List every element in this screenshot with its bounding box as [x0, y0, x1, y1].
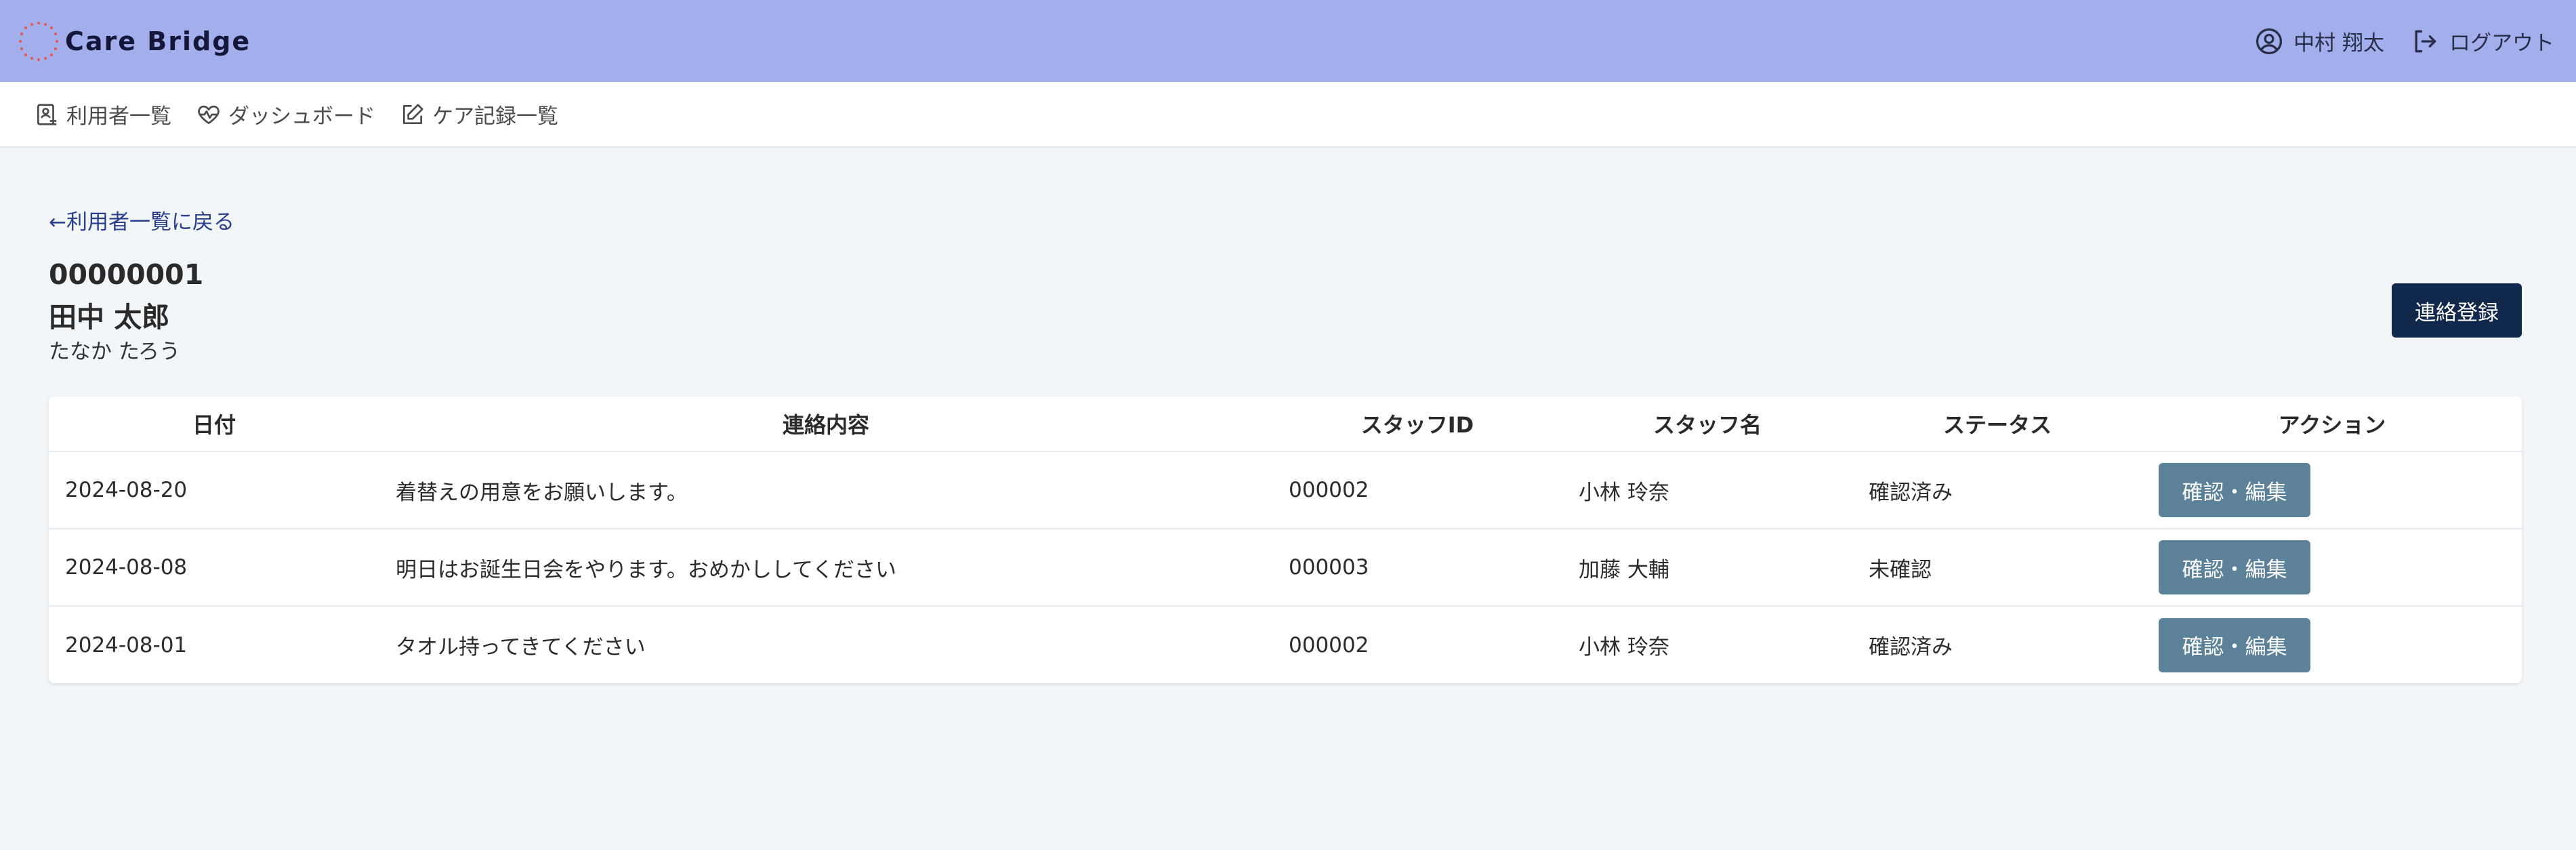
column-header-action: アクション: [2142, 397, 2522, 452]
cell-content: タオル持ってきてください: [396, 635, 646, 660]
cell-content: 明日はお誕生日会をやります。おめかししてください: [379, 529, 1272, 607]
table-row: 2024-08-20 着替えの用意をお願いします。 000002 小林 玲奈 確…: [49, 451, 2522, 529]
cell-action: 確認・編集: [2142, 606, 2522, 683]
cell-status: 確認済み: [1852, 451, 2142, 529]
cell-staff-name: 小林 玲奈: [1562, 451, 1852, 529]
edit-icon: [402, 103, 423, 124]
cell-content: 着替えの用意をお願いします。: [379, 451, 1272, 529]
table-row: 2024-08-08 明日はお誕生日会をやります。おめかししてください 0000…: [49, 529, 2522, 607]
app-name: Care Bridge: [65, 26, 251, 56]
cell-action: 確認・編集: [2142, 529, 2522, 607]
confirm-edit-button[interactable]: 確認・編集: [2159, 540, 2310, 594]
nav-item-care-records[interactable]: ケア記録一覧: [400, 99, 558, 129]
cell-date: 2024-08-01: [65, 632, 188, 657]
cell-action: 確認・編集: [2142, 451, 2522, 529]
logo-icon: [19, 21, 58, 61]
logout-icon: [2415, 30, 2436, 52]
logout-button[interactable]: ログアウト: [2410, 26, 2554, 56]
nav-item-dashboard[interactable]: ダッシュボード: [196, 99, 375, 129]
column-header-content: 連絡内容: [379, 397, 1272, 452]
brand[interactable]: Care Bridge: [18, 20, 251, 62]
user-kana-name: たなか たろう: [49, 340, 180, 364]
heart-pulse-icon: [198, 105, 220, 124]
user-list-icon: [37, 103, 57, 125]
column-header-staff-id: スタッフID: [1272, 397, 1562, 452]
nav-label: ケア記録一覧: [432, 104, 558, 129]
cell-staff-id: 000002: [1289, 632, 1369, 657]
back-to-user-list-link[interactable]: ←利用者一覧に戻る: [49, 205, 234, 235]
nav-item-user-list[interactable]: 利用者一覧: [34, 99, 171, 129]
cell-staff-id: 000003: [1272, 529, 1562, 607]
table-header-row: 日付 連絡内容 スタッフID スタッフ名 ステータス アクション: [49, 397, 2522, 452]
current-user[interactable]: 中村 翔太: [2254, 26, 2384, 56]
column-header-date: 日付: [49, 397, 379, 452]
column-header-staff-name: スタッフ名: [1562, 397, 1852, 452]
user-full-name: 田中 太郎: [49, 301, 170, 333]
confirm-edit-button[interactable]: 確認・編集: [2159, 463, 2310, 517]
cell-status: 未確認: [1852, 529, 2142, 607]
main-nav: 利用者一覧 ダッシュボード ケア記録一覧: [0, 82, 2576, 148]
cell-staff-name: 加藤 大輔: [1562, 529, 1852, 607]
cell-status: 確認済み: [1869, 635, 1953, 660]
nav-label: 利用者一覧: [66, 104, 171, 129]
contact-table: 日付 連絡内容 スタッフID スタッフ名 ステータス アクション 2024-08…: [49, 397, 2522, 683]
cell-staff-id: 000002: [1272, 451, 1562, 529]
column-header-status: ステータス: [1852, 397, 2142, 452]
user-name: 中村 翔太: [2293, 31, 2384, 56]
register-contact-button[interactable]: 連絡登録: [2392, 283, 2522, 338]
cell-date: 2024-08-20: [49, 451, 379, 529]
app-header: Care Bridge 中村 翔太 ログアウト: [0, 0, 2576, 82]
logout-label: ログアウト: [2449, 31, 2554, 56]
cell-date: 2024-08-08: [49, 529, 379, 607]
user-circle-icon: [2256, 28, 2283, 54]
cell-staff-name: 小林 玲奈: [1579, 635, 1669, 660]
user-id: 00000001: [49, 258, 204, 291]
table-row: 2024-08-01 タオル持ってきてください 000002 小林 玲奈 確認済…: [49, 606, 2522, 683]
confirm-edit-button[interactable]: 確認・編集: [2159, 618, 2310, 672]
nav-label: ダッシュボード: [228, 104, 375, 129]
